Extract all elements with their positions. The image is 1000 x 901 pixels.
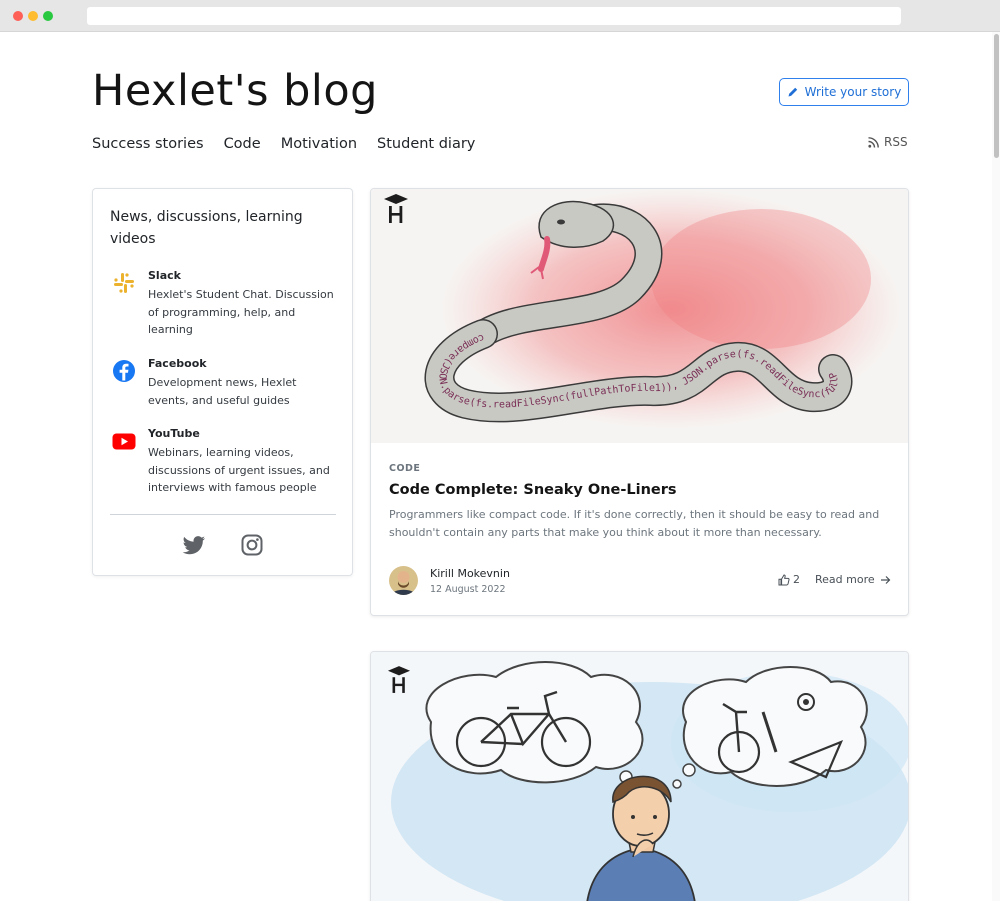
nav-student-diary[interactable]: Student diary — [377, 136, 475, 152]
nav-success-stories[interactable]: Success stories — [92, 136, 204, 152]
community-slack[interactable]: Slack Hexlet's Student Chat. Discussion … — [112, 269, 340, 337]
read-more-label: Read more — [815, 573, 875, 586]
scrollbar-thumb[interactable] — [994, 34, 999, 158]
likes-count: 2 — [793, 573, 800, 586]
browser-chrome — [0, 0, 1000, 32]
write-story-button[interactable]: Write your story — [779, 78, 909, 106]
community-name: YouTube — [148, 427, 200, 440]
community-name: Facebook — [148, 357, 207, 370]
community-description: Webinars, learning videos, discussions o… — [148, 446, 330, 494]
hexlet-logo-icon — [387, 666, 411, 693]
post-card[interactable] — [370, 651, 909, 901]
close-window-icon[interactable] — [13, 11, 23, 21]
like-button[interactable]: 2 — [778, 573, 800, 586]
minimize-window-icon[interactable] — [28, 11, 38, 21]
nav-motivation[interactable]: Motivation — [281, 136, 357, 152]
write-story-label: Write your story — [804, 85, 902, 99]
category-nav: Success stories Code Motivation Student … — [92, 136, 475, 152]
post-date: 12 August 2022 — [430, 584, 506, 595]
community-sidebar: News, discussions, learning videos Slack… — [92, 188, 353, 576]
scrollbar-track[interactable] — [992, 32, 1000, 901]
maximize-window-icon[interactable] — [43, 11, 53, 21]
twitter-icon[interactable] — [182, 533, 206, 557]
page-title: Hexlet's blog — [92, 66, 378, 116]
facebook-icon — [113, 360, 135, 382]
youtube-icon — [112, 433, 136, 450]
community-youtube[interactable]: YouTube Webinars, learning videos, discu… — [112, 427, 340, 495]
bicycle-illustration — [391, 661, 908, 901]
author-name[interactable]: Kirill Mokevnin — [430, 567, 510, 580]
pencil-icon — [788, 87, 797, 97]
sidebar-title: News, discussions, learning videos — [110, 209, 303, 247]
slack-icon — [114, 273, 134, 293]
snake-illustration: compare(JSON.parse(fs.readFileSync(fullP… — [371, 189, 901, 429]
hexlet-logo-icon — [384, 194, 408, 223]
community-facebook[interactable]: Facebook Development news, Hexlet events… — [112, 357, 340, 407]
post-cover-image[interactable]: compare(JSON.parse(fs.readFileSync(fullP… — [371, 189, 908, 443]
community-description: Development news, Hexlet events, and use… — [148, 376, 297, 407]
post-card[interactable]: compare(JSON.parse(fs.readFileSync(fullP… — [370, 188, 909, 616]
address-bar[interactable] — [87, 7, 901, 25]
post-cover-image[interactable] — [371, 652, 908, 901]
post-category[interactable]: CODE — [389, 463, 420, 474]
arrow-right-icon — [880, 575, 890, 584]
read-more-link[interactable]: Read more — [815, 573, 891, 586]
rss-icon — [868, 136, 879, 148]
post-title[interactable]: Code Complete: Sneaky One-Liners — [389, 482, 677, 498]
community-name: Slack — [148, 269, 181, 282]
sidebar-divider — [110, 514, 336, 515]
post-excerpt: Programmers like compact code. If it's d… — [389, 508, 880, 539]
rss-link[interactable]: RSS — [868, 135, 908, 149]
author-avatar[interactable] — [389, 566, 418, 595]
community-description: Hexlet's Student Chat. Discussion of pro… — [148, 288, 334, 336]
rss-label: RSS — [884, 135, 908, 149]
instagram-icon[interactable] — [240, 533, 264, 557]
nav-code[interactable]: Code — [224, 136, 261, 152]
thumbs-up-icon — [778, 573, 790, 585]
